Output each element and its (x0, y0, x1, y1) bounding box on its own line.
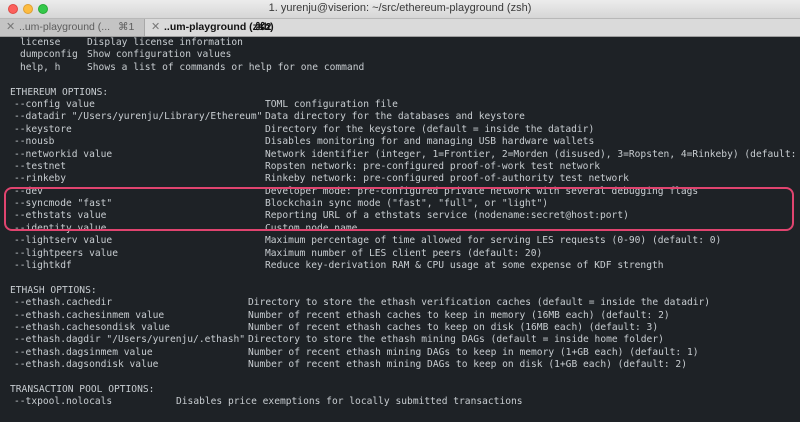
option-name: --lightkdf (14, 260, 72, 272)
option-desc: Directory for the keystore (default = in… (265, 123, 595, 135)
option-desc: Network identifier (integer, 1=Frontier,… (265, 148, 800, 160)
option-desc: Maximum percentage of time allowed for s… (265, 235, 722, 247)
option-line: --rinkeby Rinkeby network: pre-configured… (10, 173, 800, 185)
tab-1[interactable]: ✕ ..um-playground (... ⌘1 (0, 19, 145, 36)
option-line: --ethash.dagsinmem value Number of recent… (10, 347, 800, 359)
terminal-window: 1. yurenju@viserion: ~/src/ethereum-play… (0, 0, 800, 422)
command-name: help, h (20, 61, 61, 73)
option-name: --txpool.nolocals (14, 396, 113, 408)
option-desc: Directory to store the ethash verificati… (248, 297, 711, 309)
section-header: ETHEREUM OPTIONS: (10, 86, 109, 98)
option-name: --ethash.cachesondisk value (14, 321, 170, 333)
window-title: 1. yurenju@viserion: ~/src/ethereum-play… (268, 2, 532, 14)
option-name: --ethash.dagsondisk value (14, 359, 159, 371)
tab-bar: ✕ ..um-playground (... ⌘1 ✕ ..um-playgro… (0, 19, 800, 37)
tab-2[interactable]: ✕ ..um-playground (zsh) ⌘2 (145, 19, 800, 36)
command-line: dumpconfig Show configuration values (10, 49, 800, 61)
option-line: --config value TOML configuration file (10, 99, 800, 111)
close-tab-icon[interactable]: ✕ (151, 19, 160, 36)
option-line: --ethash.dagsondisk value Number of recen… (10, 359, 800, 371)
section-header: TRANSACTION POOL OPTIONS: (10, 383, 155, 395)
option-name: --networkid value (14, 148, 113, 160)
option-desc: Number of recent ethash caches to keep i… (248, 309, 670, 321)
option-desc: Disables monitoring for and managing USB… (265, 136, 595, 148)
option-desc: Data directory for the databases and key… (265, 111, 525, 123)
option-line: --lightkdf Reduce key-derivation RAM & CP… (10, 260, 800, 272)
option-line: --datadir "/Users/yurenju/Library/Ethere… (10, 111, 800, 123)
option-line: --lightserv value Maximum percentage of t… (10, 235, 800, 247)
command-name: dumpconfig (20, 49, 78, 61)
option-line: --ethash.dagdir "/Users/yurenju/.ethash"… (10, 334, 800, 346)
option-desc: Ropsten network: pre-configured proof-of… (265, 160, 601, 172)
option-name: --ethash.dagdir "/Users/yurenju/.ethash" (14, 334, 246, 346)
tab-shortcut: ⌘2 (255, 21, 272, 33)
command-line: help, h Shows a list of commands or help … (10, 62, 800, 74)
option-desc: Rinkeby network: pre-configured proof-of… (265, 173, 629, 185)
option-desc: Reduce key-derivation RAM & CPU usage at… (265, 260, 664, 272)
option-name: --datadir "/Users/yurenju/Library/Ethere… (14, 111, 263, 123)
option-name: --ethash.cachedir (14, 297, 113, 309)
option-desc: Number of recent ethash caches to keep o… (248, 321, 659, 333)
option-name: --lightserv value (14, 235, 113, 247)
option-desc: Disables price exemptions for locally su… (176, 396, 523, 408)
option-line: --networkid value Network identifier (int… (10, 149, 800, 161)
option-name: --ethash.dagsinmem value (14, 346, 153, 358)
command-desc: Display license information (87, 37, 243, 48)
option-desc: Directory to store the ethash mining DAG… (248, 334, 664, 346)
option-line: --ethash.cachedir Directory to store the … (10, 297, 800, 309)
command-desc: Show configuration values (87, 49, 232, 61)
option-line: --txpool.nolocals Disables price exemptio… (10, 396, 800, 408)
command-line: license Display license information (10, 37, 800, 49)
highlight-annotation (4, 187, 794, 231)
command-name: license (20, 37, 61, 48)
option-name: --lightpeers value (14, 247, 118, 259)
close-tab-icon[interactable]: ✕ (6, 19, 15, 36)
option-desc: Number of recent ethash mining DAGs to k… (248, 346, 699, 358)
option-desc: Number of recent ethash mining DAGs to k… (248, 359, 687, 371)
option-line: --nousb Disables monitoring for and manag… (10, 136, 800, 148)
option-line: --testnet Ropsten network: pre-configured… (10, 161, 800, 173)
option-name: --ethash.cachesinmem value (14, 309, 165, 321)
tab-label: ..um-playground (... (19, 21, 111, 33)
option-name: --testnet (14, 160, 66, 172)
option-desc: TOML configuration file (265, 98, 398, 110)
section-header: ETHASH OPTIONS: (10, 284, 97, 296)
terminal-output[interactable]: license Display license information dumpc… (0, 37, 800, 422)
option-line: --keystore Directory for the keystore (de… (10, 124, 800, 136)
command-desc: Shows a list of commands or help for one… (87, 61, 365, 73)
option-line: --ethash.cachesinmem value Number of rece… (10, 310, 800, 322)
option-name: --config value (14, 98, 95, 110)
option-name: --keystore (14, 123, 72, 135)
option-name: --rinkeby (14, 173, 66, 185)
option-desc: Maximum number of LES client peers (defa… (265, 247, 543, 259)
option-line: --lightpeers value Maximum number of LES … (10, 248, 800, 260)
option-name: --nousb (14, 136, 55, 148)
option-line: --ethash.cachesondisk value Number of rec… (10, 322, 800, 334)
title-bar[interactable]: 1. yurenju@viserion: ~/src/ethereum-play… (0, 0, 800, 19)
tab-shortcut: ⌘1 (118, 21, 135, 33)
